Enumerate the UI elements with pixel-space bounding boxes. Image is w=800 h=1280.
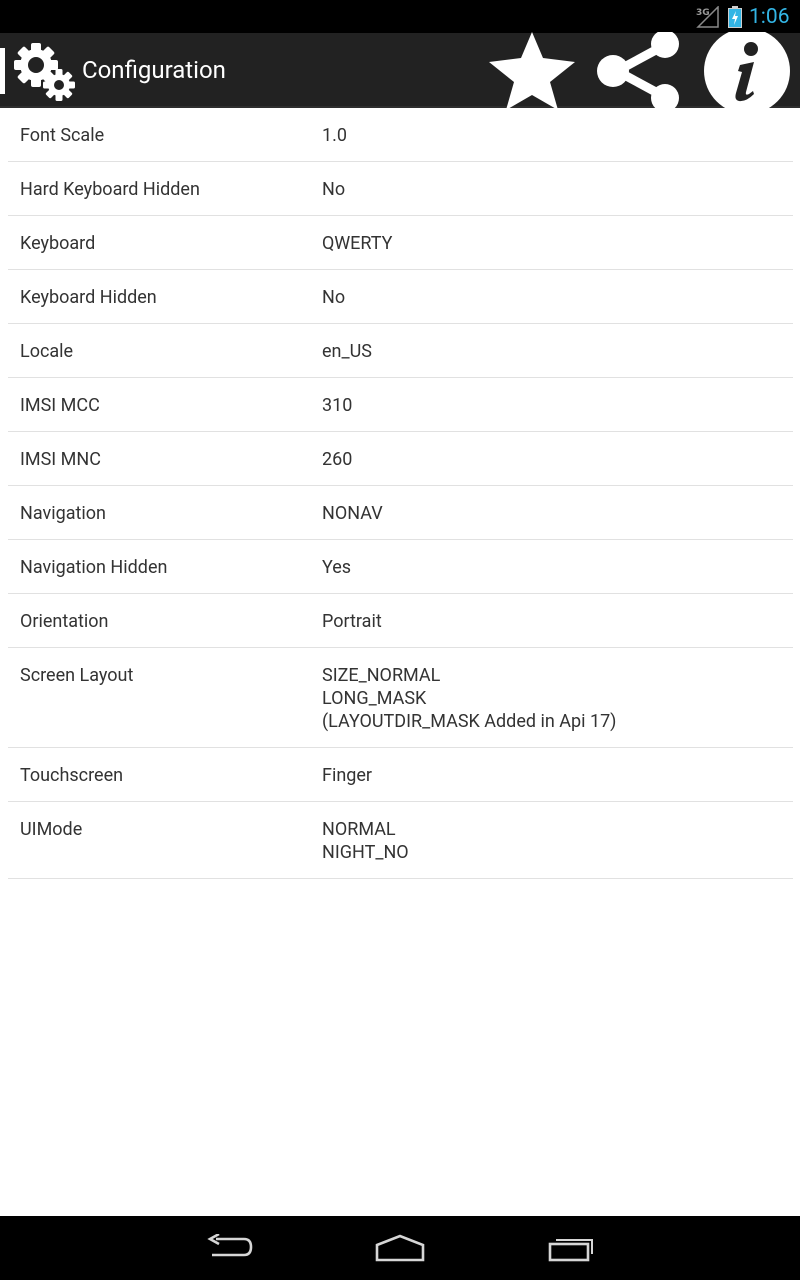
config-value: en_US — [322, 340, 793, 363]
config-value: No — [322, 178, 793, 201]
up-indicator[interactable] — [0, 48, 5, 94]
config-key: Keyboard — [20, 233, 96, 254]
status-clock: 1:06 — [749, 5, 790, 29]
signal-3g-icon: 3G — [696, 6, 719, 28]
config-value-line: Finger — [322, 765, 373, 786]
page-title: Configuration — [82, 56, 226, 84]
table-row: Orientation Portrait — [8, 594, 793, 648]
table-row: Keyboard Hidden No — [8, 270, 793, 324]
config-value-line: QWERTY — [322, 233, 393, 254]
table-row: Touchscreen Finger — [8, 748, 793, 802]
gears-icon[interactable] — [10, 37, 78, 105]
config-value: QWERTY — [322, 232, 793, 255]
favorite-button[interactable] — [486, 31, 578, 110]
recents-icon — [548, 1239, 593, 1262]
table-row: UIMode NORMAL NIGHT_NO — [8, 802, 793, 879]
back-button[interactable] — [190, 1224, 270, 1272]
config-key: UIMode — [20, 819, 83, 840]
config-value: No — [322, 286, 793, 309]
config-value: 1.0 — [322, 124, 793, 147]
config-value-line: (LAYOUTDIR_MASK Added in Api 17) — [322, 711, 617, 732]
config-value: Yes — [322, 556, 793, 579]
config-key: Font Scale — [20, 125, 105, 146]
config-value-line: No — [322, 287, 346, 308]
config-value-line: Portrait — [322, 611, 382, 632]
configuration-list: Font Scale 1.0 Hard Keyboard Hidden No Keybo… — [8, 108, 793, 879]
battery-charging-icon — [728, 6, 742, 28]
config-value-line: SIZE_NORMAL — [322, 665, 441, 686]
config-value-line: No — [322, 179, 346, 200]
info-icon — [704, 31, 790, 110]
back-icon — [207, 1234, 253, 1257]
config-value-line: NIGHT_NO — [322, 842, 409, 863]
config-key: Keyboard Hidden — [20, 287, 157, 308]
recents-button[interactable] — [531, 1224, 611, 1272]
home-icon — [375, 1234, 425, 1262]
config-value-line: NORMAL — [322, 819, 396, 840]
table-row: IMSI MCC 310 — [8, 378, 793, 432]
system-navigation-bar — [0, 1216, 800, 1280]
config-value: Portrait — [322, 610, 793, 633]
share-button[interactable] — [592, 31, 688, 110]
config-value: NORMAL NIGHT_NO — [322, 818, 793, 864]
config-key: IMSI MNC — [20, 449, 101, 470]
star-icon — [489, 31, 575, 110]
config-value-line: Yes — [322, 557, 352, 578]
config-value-line: 310 — [322, 395, 353, 416]
table-row: Hard Keyboard Hidden No — [8, 162, 793, 216]
table-row: Navigation Hidden Yes — [8, 540, 793, 594]
config-key: Locale — [20, 341, 74, 362]
config-key: Hard Keyboard Hidden — [20, 179, 200, 200]
table-row: IMSI MNC 260 — [8, 432, 793, 486]
config-value-line: 260 — [322, 449, 353, 470]
action-bar: Configuration — [0, 31, 800, 110]
config-key: Navigation Hidden — [20, 557, 168, 578]
table-row: Font Scale 1.0 — [8, 108, 793, 162]
table-row: Screen Layout SIZE_NORMAL LONG_MASK (LAYOUT… — [8, 648, 793, 748]
config-key: Touchscreen — [20, 765, 124, 786]
config-key: Screen Layout — [20, 665, 134, 686]
config-value-line: LONG_MASK — [322, 688, 427, 709]
info-button[interactable] — [700, 31, 794, 110]
config-value-line: NONAV — [322, 503, 383, 524]
config-key: Navigation — [20, 503, 106, 524]
table-row: Locale en_US — [8, 324, 793, 378]
table-row: Keyboard QWERTY — [8, 216, 793, 270]
config-value: SIZE_NORMAL LONG_MASK (LAYOUTDIR_MASK Adde… — [322, 664, 793, 733]
status-bar: 3G 1:06 — [0, 0, 800, 33]
config-value-line: 1.0 — [322, 125, 347, 146]
config-key: IMSI MCC — [20, 395, 100, 416]
config-value: Finger — [322, 764, 793, 787]
home-button[interactable] — [360, 1224, 440, 1272]
share-icon — [597, 31, 679, 110]
config-value-line: en_US — [322, 341, 372, 362]
config-value: NONAV — [322, 502, 793, 525]
table-row: Navigation NONAV — [8, 486, 793, 540]
config-value: 260 — [322, 448, 793, 471]
config-value: 310 — [322, 394, 793, 417]
config-key: Orientation — [20, 611, 109, 632]
